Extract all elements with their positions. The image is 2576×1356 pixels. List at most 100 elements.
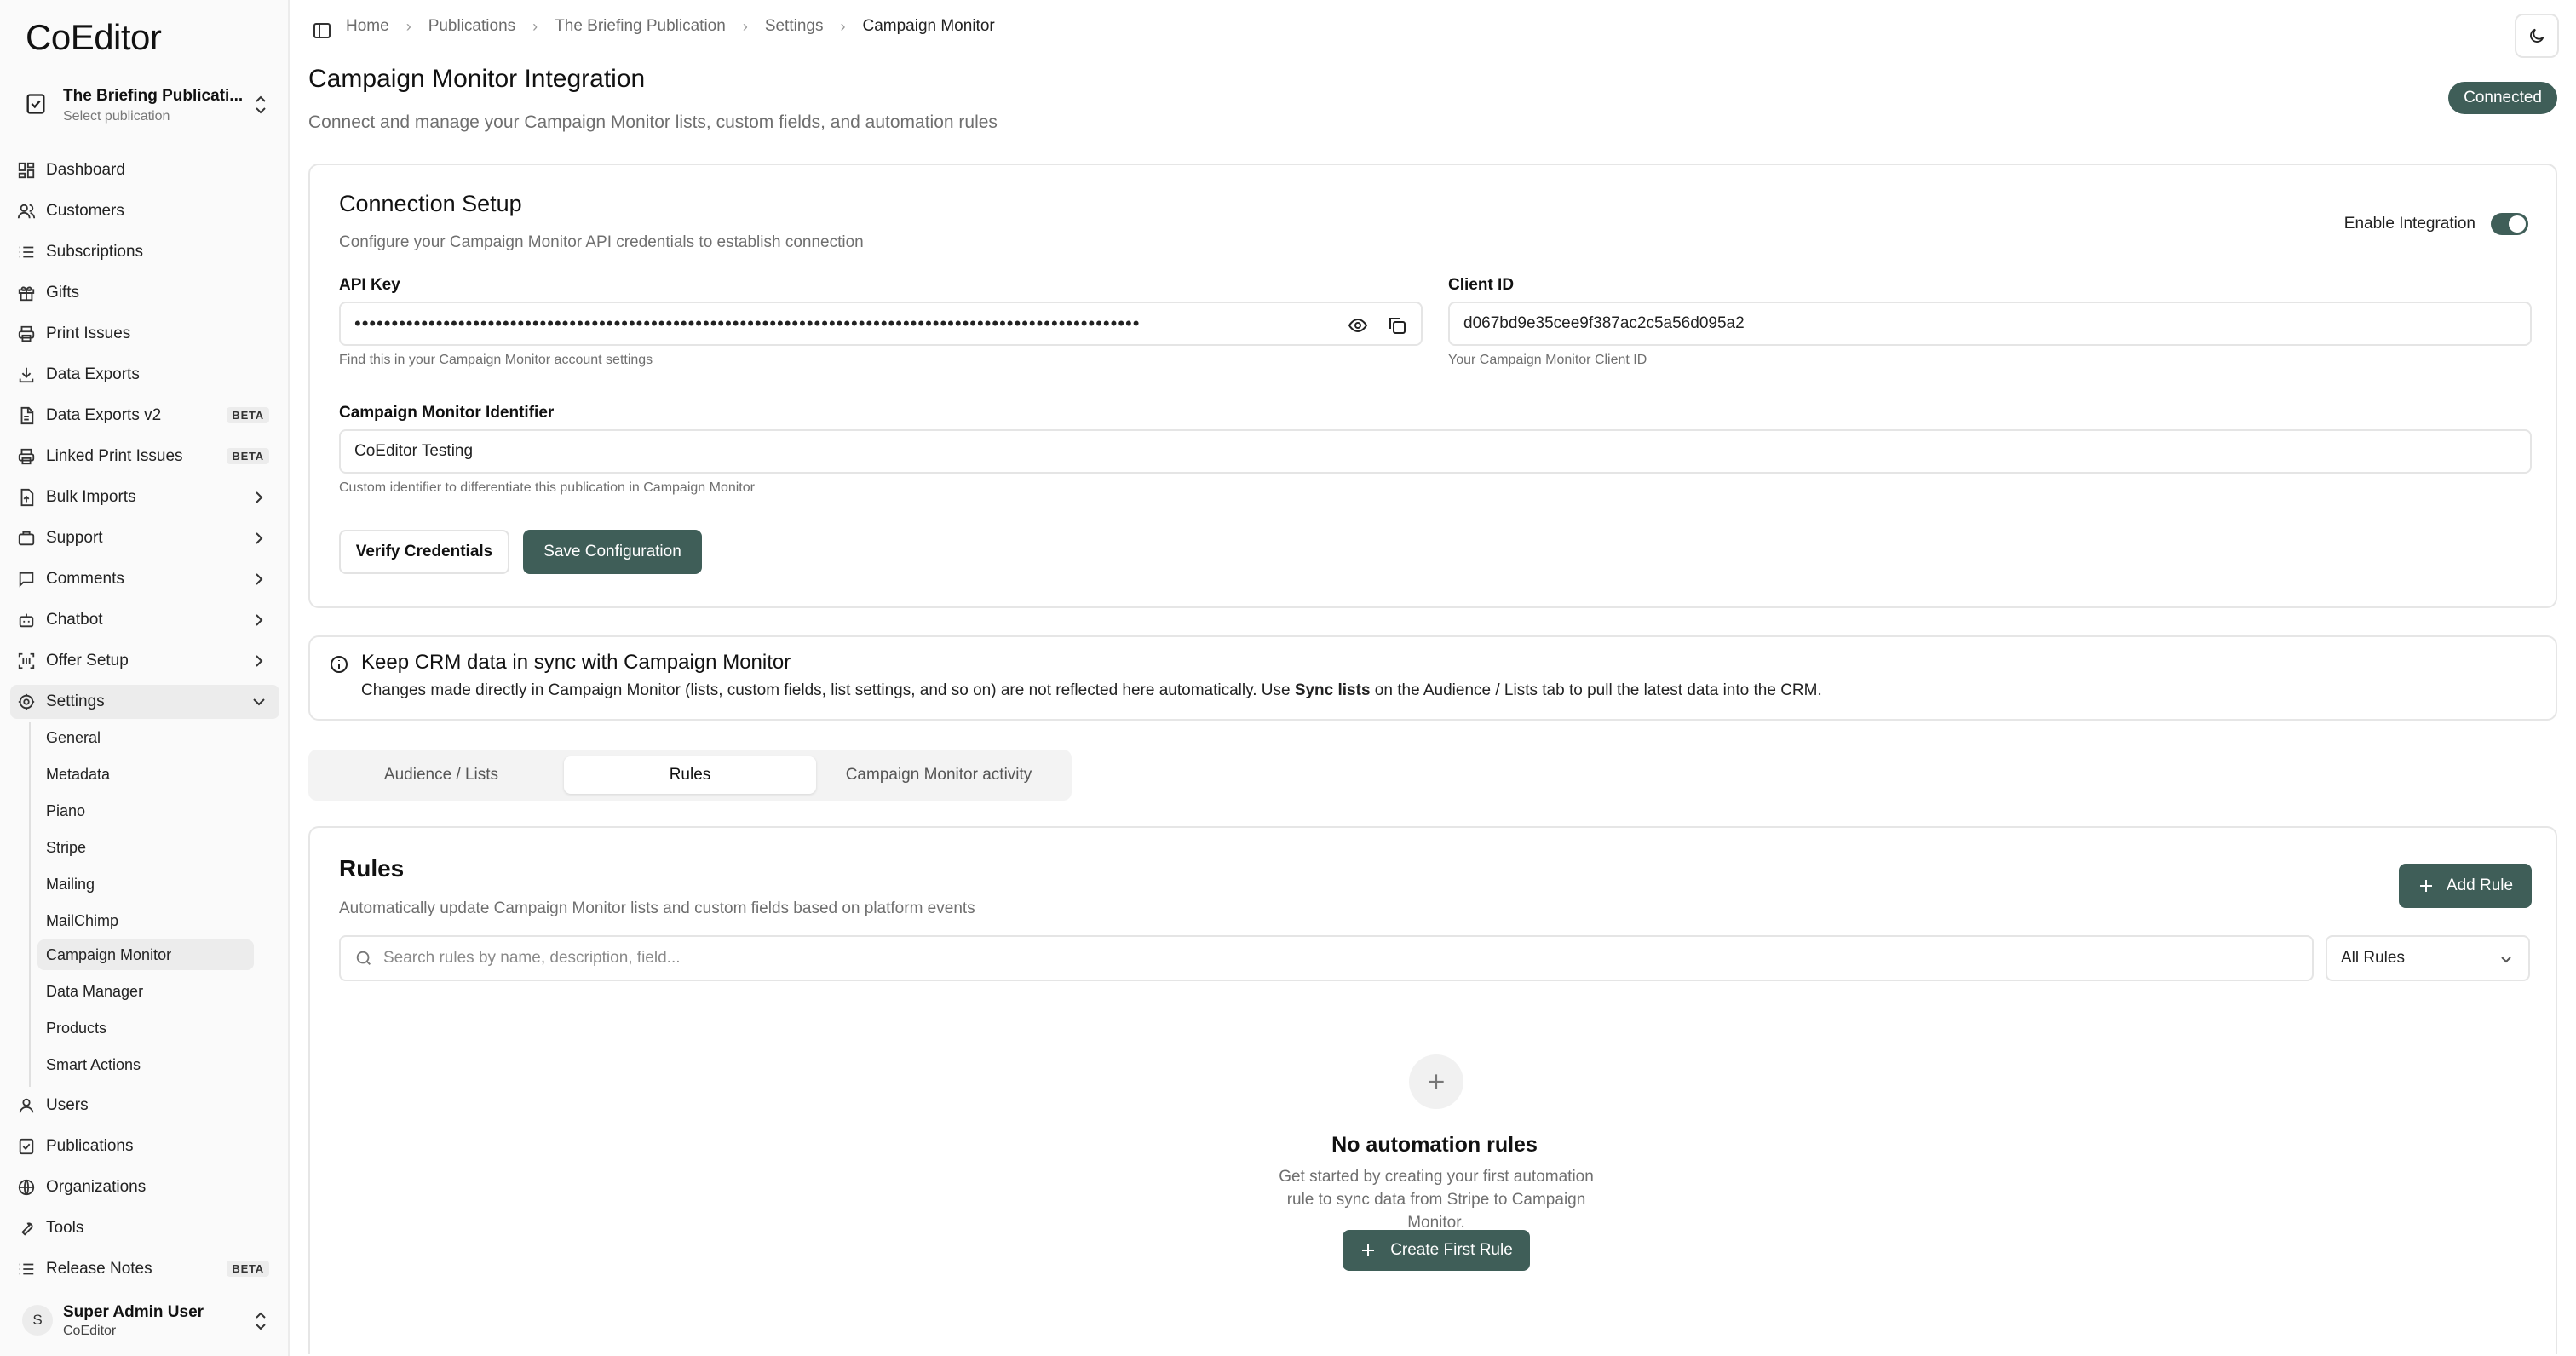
enable-integration-label: Enable Integration bbox=[2343, 215, 2475, 233]
file-icon bbox=[20, 406, 34, 425]
rules-card: Rules Automatically update Campaign Moni… bbox=[308, 826, 2557, 1354]
add-rule-button[interactable]: Add Rule bbox=[2399, 864, 2532, 908]
sync-info-card: Keep CRM data in sync with Campaign Moni… bbox=[308, 635, 2557, 721]
api-key-input[interactable]: ••••••••••••••••••••••••••••••••••••••••… bbox=[339, 302, 1423, 346]
nav-subscriptions[interactable]: Subscriptions bbox=[10, 235, 279, 269]
identifier-hint: Custom identifier to differentiate this … bbox=[339, 480, 755, 495]
enable-integration: Enable Integration bbox=[2344, 213, 2528, 235]
breadcrumb-publication[interactable]: The Briefing Publication bbox=[555, 17, 726, 36]
briefcase-icon bbox=[18, 531, 35, 546]
search-placeholder: Search rules by name, description, field… bbox=[383, 949, 681, 967]
settings-sub-smart-actions[interactable]: Smart Actions bbox=[37, 1049, 254, 1080]
settings-sub-mailing[interactable]: Mailing bbox=[37, 869, 254, 899]
settings-sub-general[interactable]: General bbox=[37, 722, 254, 753]
globe-icon bbox=[18, 1179, 35, 1196]
rules-filter-value: All Rules bbox=[2341, 949, 2405, 967]
nav-dashboard[interactable]: Dashboard bbox=[10, 153, 279, 187]
copy-icon[interactable] bbox=[1387, 315, 1407, 336]
enable-integration-toggle[interactable] bbox=[2491, 213, 2528, 235]
sync-info-body: Changes made directly in Campaign Monito… bbox=[361, 681, 1822, 700]
publication-subtitle: Select publication bbox=[63, 109, 170, 124]
chevron-right-icon bbox=[256, 491, 263, 503]
save-configuration-button[interactable]: Save Configuration bbox=[523, 530, 702, 574]
status-badge: Connected bbox=[2448, 82, 2557, 114]
user-menu[interactable]: S Super Admin User CoEditor bbox=[14, 1298, 278, 1346]
nav-linked-print-issues[interactable]: Linked Print Issues BETA bbox=[10, 440, 279, 474]
chevron-right-icon bbox=[256, 614, 263, 626]
nav-organizations[interactable]: Organizations bbox=[10, 1170, 279, 1204]
client-id-label: Client ID bbox=[1448, 276, 1515, 294]
plus-icon bbox=[1362, 1244, 1375, 1256]
settings-sub-piano[interactable]: Piano bbox=[37, 796, 254, 826]
breadcrumb-settings[interactable]: Settings bbox=[765, 17, 824, 36]
rules-filter-select[interactable]: All Rules bbox=[2326, 935, 2530, 981]
tab-audience-lists[interactable]: Audience / Lists bbox=[315, 756, 567, 794]
list-icon bbox=[19, 246, 34, 258]
api-key-hint: Find this in your Campaign Monitor accou… bbox=[339, 353, 653, 367]
create-first-rule-button[interactable]: Create First Rule bbox=[1343, 1230, 1530, 1271]
nav-label: Comments bbox=[46, 570, 124, 588]
nav-users[interactable]: Users bbox=[10, 1089, 279, 1123]
users-icon bbox=[17, 204, 36, 219]
client-id-input[interactable]: d067bd9e35cee9f387ac2c5a56d095a2 bbox=[1448, 302, 2532, 346]
nav-chatbot[interactable]: Chatbot bbox=[10, 603, 279, 637]
identifier-input[interactable]: CoEditor Testing bbox=[339, 429, 2532, 474]
settings-sub-products[interactable]: Products bbox=[37, 1013, 254, 1043]
breadcrumb-home[interactable]: Home bbox=[346, 17, 389, 36]
breadcrumb: Home › Publications › The Briefing Publi… bbox=[346, 17, 995, 36]
gear-icon bbox=[18, 693, 35, 710]
settings-sub-data-manager[interactable]: Data Manager bbox=[37, 976, 254, 1007]
nav-release-notes[interactable]: Release Notes BETA bbox=[10, 1252, 279, 1286]
rules-search-input[interactable]: Search rules by name, description, field… bbox=[339, 935, 2314, 981]
nav-gifts[interactable]: Gifts bbox=[10, 276, 279, 310]
nav-label: Bulk Imports bbox=[46, 488, 136, 506]
page-title: Campaign Monitor Integration bbox=[308, 65, 646, 93]
avatar: S bbox=[22, 1305, 53, 1336]
tab-rules[interactable]: Rules bbox=[564, 756, 816, 794]
nav-data-exports-v2[interactable]: Data Exports v2 BETA bbox=[10, 399, 279, 433]
eye-icon[interactable] bbox=[1348, 315, 1368, 336]
settings-sub-mailchimp[interactable]: MailChimp bbox=[37, 905, 254, 936]
nav-customers[interactable]: Customers bbox=[10, 194, 279, 228]
dashboard-icon bbox=[18, 162, 35, 179]
nav-label: Offer Setup bbox=[46, 652, 129, 669]
add-rule-label: Add Rule bbox=[2446, 876, 2514, 894]
nav-offer-setup[interactable]: Offer Setup bbox=[10, 644, 279, 678]
chevron-right-icon bbox=[256, 655, 263, 667]
settings-sub-campaign-monitor[interactable]: Campaign Monitor bbox=[37, 939, 254, 970]
tab-campaign-monitor-activity[interactable]: Campaign Monitor activity bbox=[813, 756, 1065, 794]
sidebar-toggle-icon[interactable] bbox=[312, 20, 332, 41]
verify-credentials-button[interactable]: Verify Credentials bbox=[339, 530, 509, 574]
chevron-down-icon bbox=[2501, 957, 2511, 963]
breadcrumb-publications[interactable]: Publications bbox=[428, 17, 515, 36]
nav-publications[interactable]: Publications bbox=[10, 1129, 279, 1164]
sync-info-title: Keep CRM data in sync with Campaign Moni… bbox=[361, 651, 791, 674]
connection-subtitle: Configure your Campaign Monitor API cred… bbox=[339, 233, 864, 251]
plus-icon bbox=[1429, 1074, 1444, 1089]
nav-print-issues[interactable]: Print Issues bbox=[10, 317, 279, 351]
settings-sub-stripe[interactable]: Stripe bbox=[37, 832, 254, 863]
plus-icon bbox=[2419, 880, 2432, 892]
create-first-rule-label: Create First Rule bbox=[1390, 1241, 1513, 1259]
publication-switcher[interactable]: The Briefing Publicati... Select publica… bbox=[14, 82, 278, 129]
chevrons-up-down-icon bbox=[256, 95, 266, 114]
main-content: Campaign Monitor Integration Connect and… bbox=[291, 58, 2576, 1356]
user-name: Super Admin User bbox=[63, 1303, 204, 1321]
nav-bulk-imports[interactable]: Bulk Imports bbox=[10, 480, 279, 514]
sidebar: CoEditor The Briefing Publicati... Selec… bbox=[0, 0, 290, 1356]
nav-label: Dashboard bbox=[46, 161, 125, 179]
publication-name: The Briefing Publicati... bbox=[63, 87, 244, 105]
beta-badge: BETA bbox=[227, 407, 269, 423]
theme-toggle-button[interactable] bbox=[2515, 14, 2559, 58]
settings-sub-metadata[interactable]: Metadata bbox=[37, 759, 254, 790]
empty-state-icon bbox=[1409, 1054, 1463, 1109]
info-icon bbox=[331, 656, 348, 673]
breadcrumb-separator: › bbox=[742, 17, 748, 35]
breadcrumb-separator: › bbox=[405, 17, 411, 35]
nav-support[interactable]: Support bbox=[10, 521, 279, 555]
nav-settings[interactable]: Settings bbox=[10, 685, 279, 719]
nav-label: Gifts bbox=[46, 284, 80, 302]
nav-tools[interactable]: Tools bbox=[10, 1211, 279, 1245]
nav-comments[interactable]: Comments bbox=[10, 562, 279, 596]
nav-data-exports[interactable]: Data Exports bbox=[10, 358, 279, 392]
